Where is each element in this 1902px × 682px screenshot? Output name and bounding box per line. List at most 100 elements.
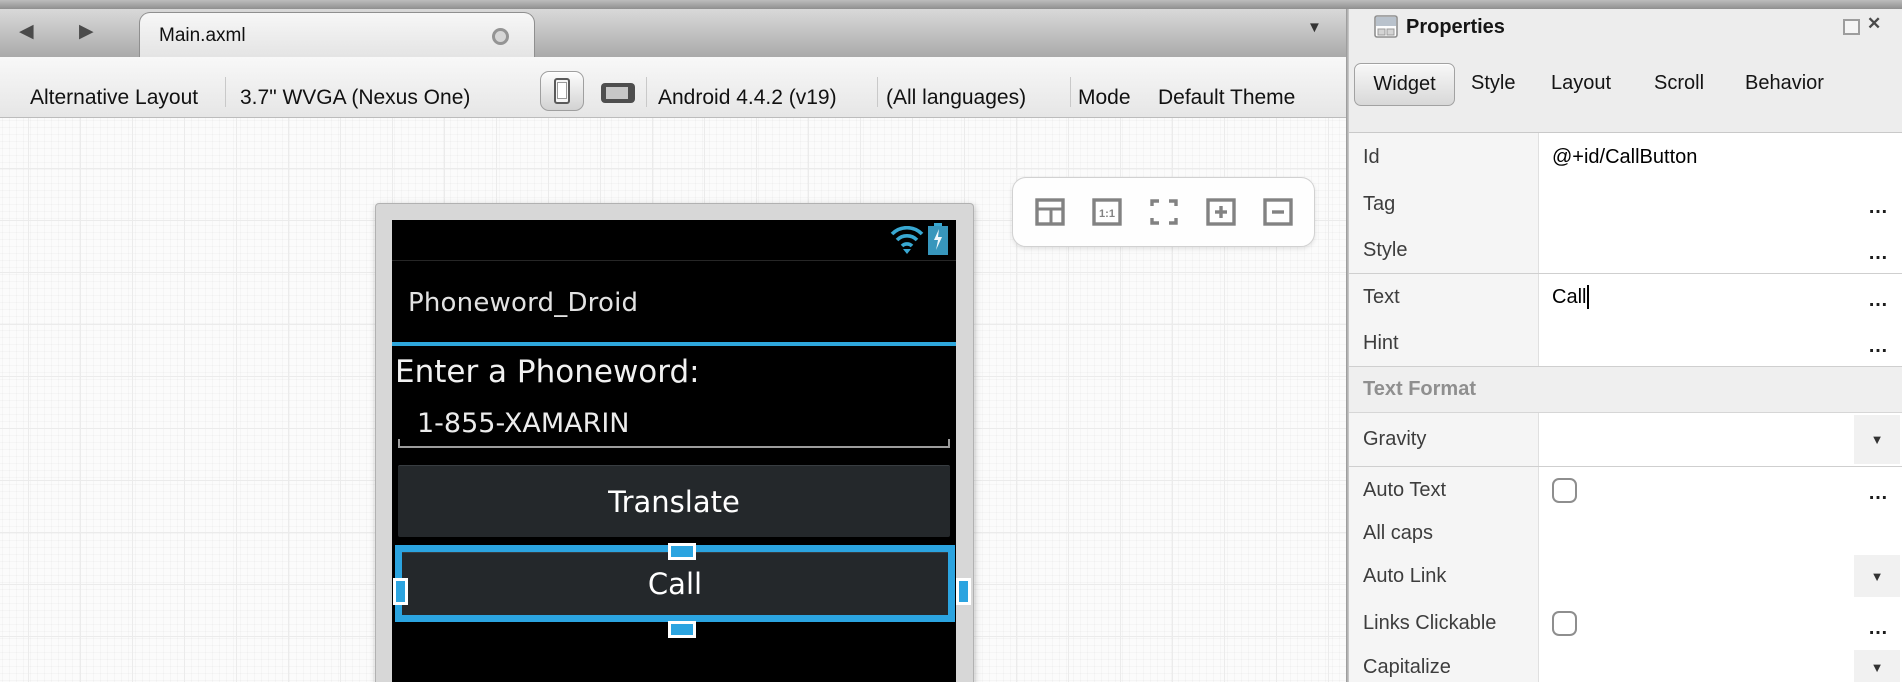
tab-close-dot-icon[interactable] [492,28,509,45]
portrait-orientation-button[interactable] [540,71,584,111]
style-value-field[interactable]: … [1539,227,1902,273]
wifi-icon [890,226,924,254]
toolbar-separator [225,77,226,107]
designer-toolbar: Alternative Layout 3.7" WVGA (Nexus One)… [0,57,1346,118]
selection-outline[interactable]: Call [395,545,955,622]
tab-widget[interactable]: Widget [1354,63,1455,106]
device-selector[interactable]: 3.7" WVGA (Nexus One) [240,86,470,110]
hint-value-field[interactable]: … [1539,320,1902,366]
property-label: Hint [1349,320,1539,366]
phoneword-input-value[interactable]: 1-855-XAMARIN [417,408,630,439]
fit-to-window-icon[interactable] [1149,196,1179,228]
ellipsis-button[interactable]: … [1868,242,1889,265]
svg-text:1:1: 1:1 [1099,208,1115,220]
actual-size-icon[interactable]: 1:1 [1092,196,1122,228]
editor-area: ◀ ▶ Main.axml ▼ Alternative Layout 3.7" … [0,9,1346,682]
device-screen[interactable]: Phoneword_Droid Enter a Phoneword: 1-855… [392,220,956,682]
property-label: Auto Text [1349,467,1539,513]
document-tab-strip: ◀ ▶ Main.axml ▼ [0,9,1346,58]
tab-style[interactable]: Style [1471,72,1515,95]
zoom-out-icon[interactable] [1263,196,1293,228]
links-clickable-checkbox[interactable] [1552,611,1577,636]
auto-text-checkbox[interactable] [1552,478,1577,503]
battery-charging-icon [927,223,949,255]
text-value: Call [1552,286,1586,309]
dock-panel-icon[interactable] [1843,19,1860,35]
android-version-selector[interactable]: Android 4.4.2 (v19) [658,86,837,110]
property-row-auto-link: Auto Link ▼ [1349,553,1902,599]
ellipsis-button[interactable]: … [1868,617,1889,640]
resize-handle-right[interactable] [956,578,971,605]
id-value: @+id/CallButton [1552,146,1697,169]
window-top-edge [0,0,1902,9]
capitalize-value-field[interactable]: ▼ [1539,648,1902,682]
auto-text-value-field: … [1539,467,1902,513]
property-row-auto-text: Auto Text … [1349,467,1902,513]
tab-layout[interactable]: Layout [1551,72,1611,95]
xamarin-designer-window: ◀ ▶ Main.axml ▼ Alternative Layout 3.7" … [0,0,1902,682]
properties-panel: Properties ✕ Widget Style Layout Scroll … [1349,9,1902,682]
zoom-in-icon[interactable] [1206,196,1236,228]
all-caps-value-field [1539,513,1902,553]
theme-selector[interactable]: Default Theme [1158,86,1295,110]
toolbar-separator [1070,77,1071,107]
dropdown-button[interactable]: ▼ [1854,555,1900,597]
property-label: Style [1349,227,1539,273]
mode-selector[interactable]: Mode [1078,86,1131,110]
gravity-value-field[interactable]: ▼ [1539,413,1902,466]
tab-behavior[interactable]: Behavior [1745,72,1824,95]
dropdown-button[interactable]: ▼ [1854,415,1900,464]
property-row-tag: Tag … [1349,182,1902,227]
edittext-underline [398,446,950,448]
navigate-back-icon[interactable]: ◀ [19,22,34,41]
id-value-field[interactable]: @+id/CallButton [1539,133,1902,182]
text-value-field[interactable]: Call … [1539,274,1902,320]
resize-handle-left[interactable] [393,578,408,605]
property-row-all-caps: All caps [1349,513,1902,553]
resize-handle-bottom[interactable] [668,621,696,638]
chevron-down-icon: ▼ [1871,569,1884,584]
landscape-phone-icon[interactable] [601,83,635,103]
portrait-phone-icon [554,78,570,104]
chevron-down-icon: ▼ [1871,660,1884,675]
property-label: Tag [1349,182,1539,227]
app-title: Phoneword_Droid [408,288,638,318]
design-canvas[interactable]: Phoneword_Droid Enter a Phoneword: 1-855… [0,118,1346,682]
navigate-forward-icon[interactable]: ▶ [79,22,94,41]
tab-main-axml[interactable]: Main.axml [139,12,535,57]
device-preview-frame: Phoneword_Droid Enter a Phoneword: 1-855… [375,203,974,682]
close-panel-icon[interactable]: ✕ [1867,14,1881,34]
properties-grid: Id @+id/CallButton Tag … Style … Text [1349,132,1902,682]
toolbar-separator [877,77,878,107]
phoneword-prompt-label[interactable]: Enter a Phoneword: [395,354,700,390]
property-row-links-clickable: Links Clickable … [1349,599,1902,648]
property-row-gravity: Gravity ▼ [1349,413,1902,467]
tab-list-chevron-down-icon[interactable]: ▼ [1307,19,1322,36]
translate-button[interactable]: Translate [398,465,950,537]
auto-link-value-field[interactable]: ▼ [1539,553,1902,599]
alternative-layout-selector[interactable]: Alternative Layout [30,86,198,110]
call-button[interactable]: Call [402,552,948,615]
tab-title: Main.axml [159,25,246,47]
tag-value-field[interactable]: … [1539,182,1902,227]
ellipsis-button[interactable]: … [1868,335,1889,358]
action-bar-divider [392,342,956,346]
property-label: Links Clickable [1349,599,1539,648]
links-clickable-value-field: … [1539,599,1902,648]
tab-scroll[interactable]: Scroll [1654,72,1704,95]
toolbar-separator [646,77,647,107]
split-view-icon[interactable] [1035,196,1065,228]
ellipsis-button[interactable]: … [1868,482,1889,505]
property-label: Id [1349,133,1539,182]
properties-pad-icon [1374,15,1398,38]
panel-title: Properties [1406,16,1505,39]
resize-handle-top[interactable] [668,543,696,560]
ellipsis-button[interactable]: … [1868,289,1889,312]
property-row-style: Style … [1349,227,1902,274]
ellipsis-button[interactable]: … [1868,196,1889,219]
property-row-capitalize: Capitalize ▼ [1349,648,1902,682]
property-label: Gravity [1349,413,1539,466]
dropdown-button[interactable]: ▼ [1854,650,1900,682]
property-label: Text [1349,274,1539,320]
language-selector[interactable]: (All languages) [886,86,1026,110]
